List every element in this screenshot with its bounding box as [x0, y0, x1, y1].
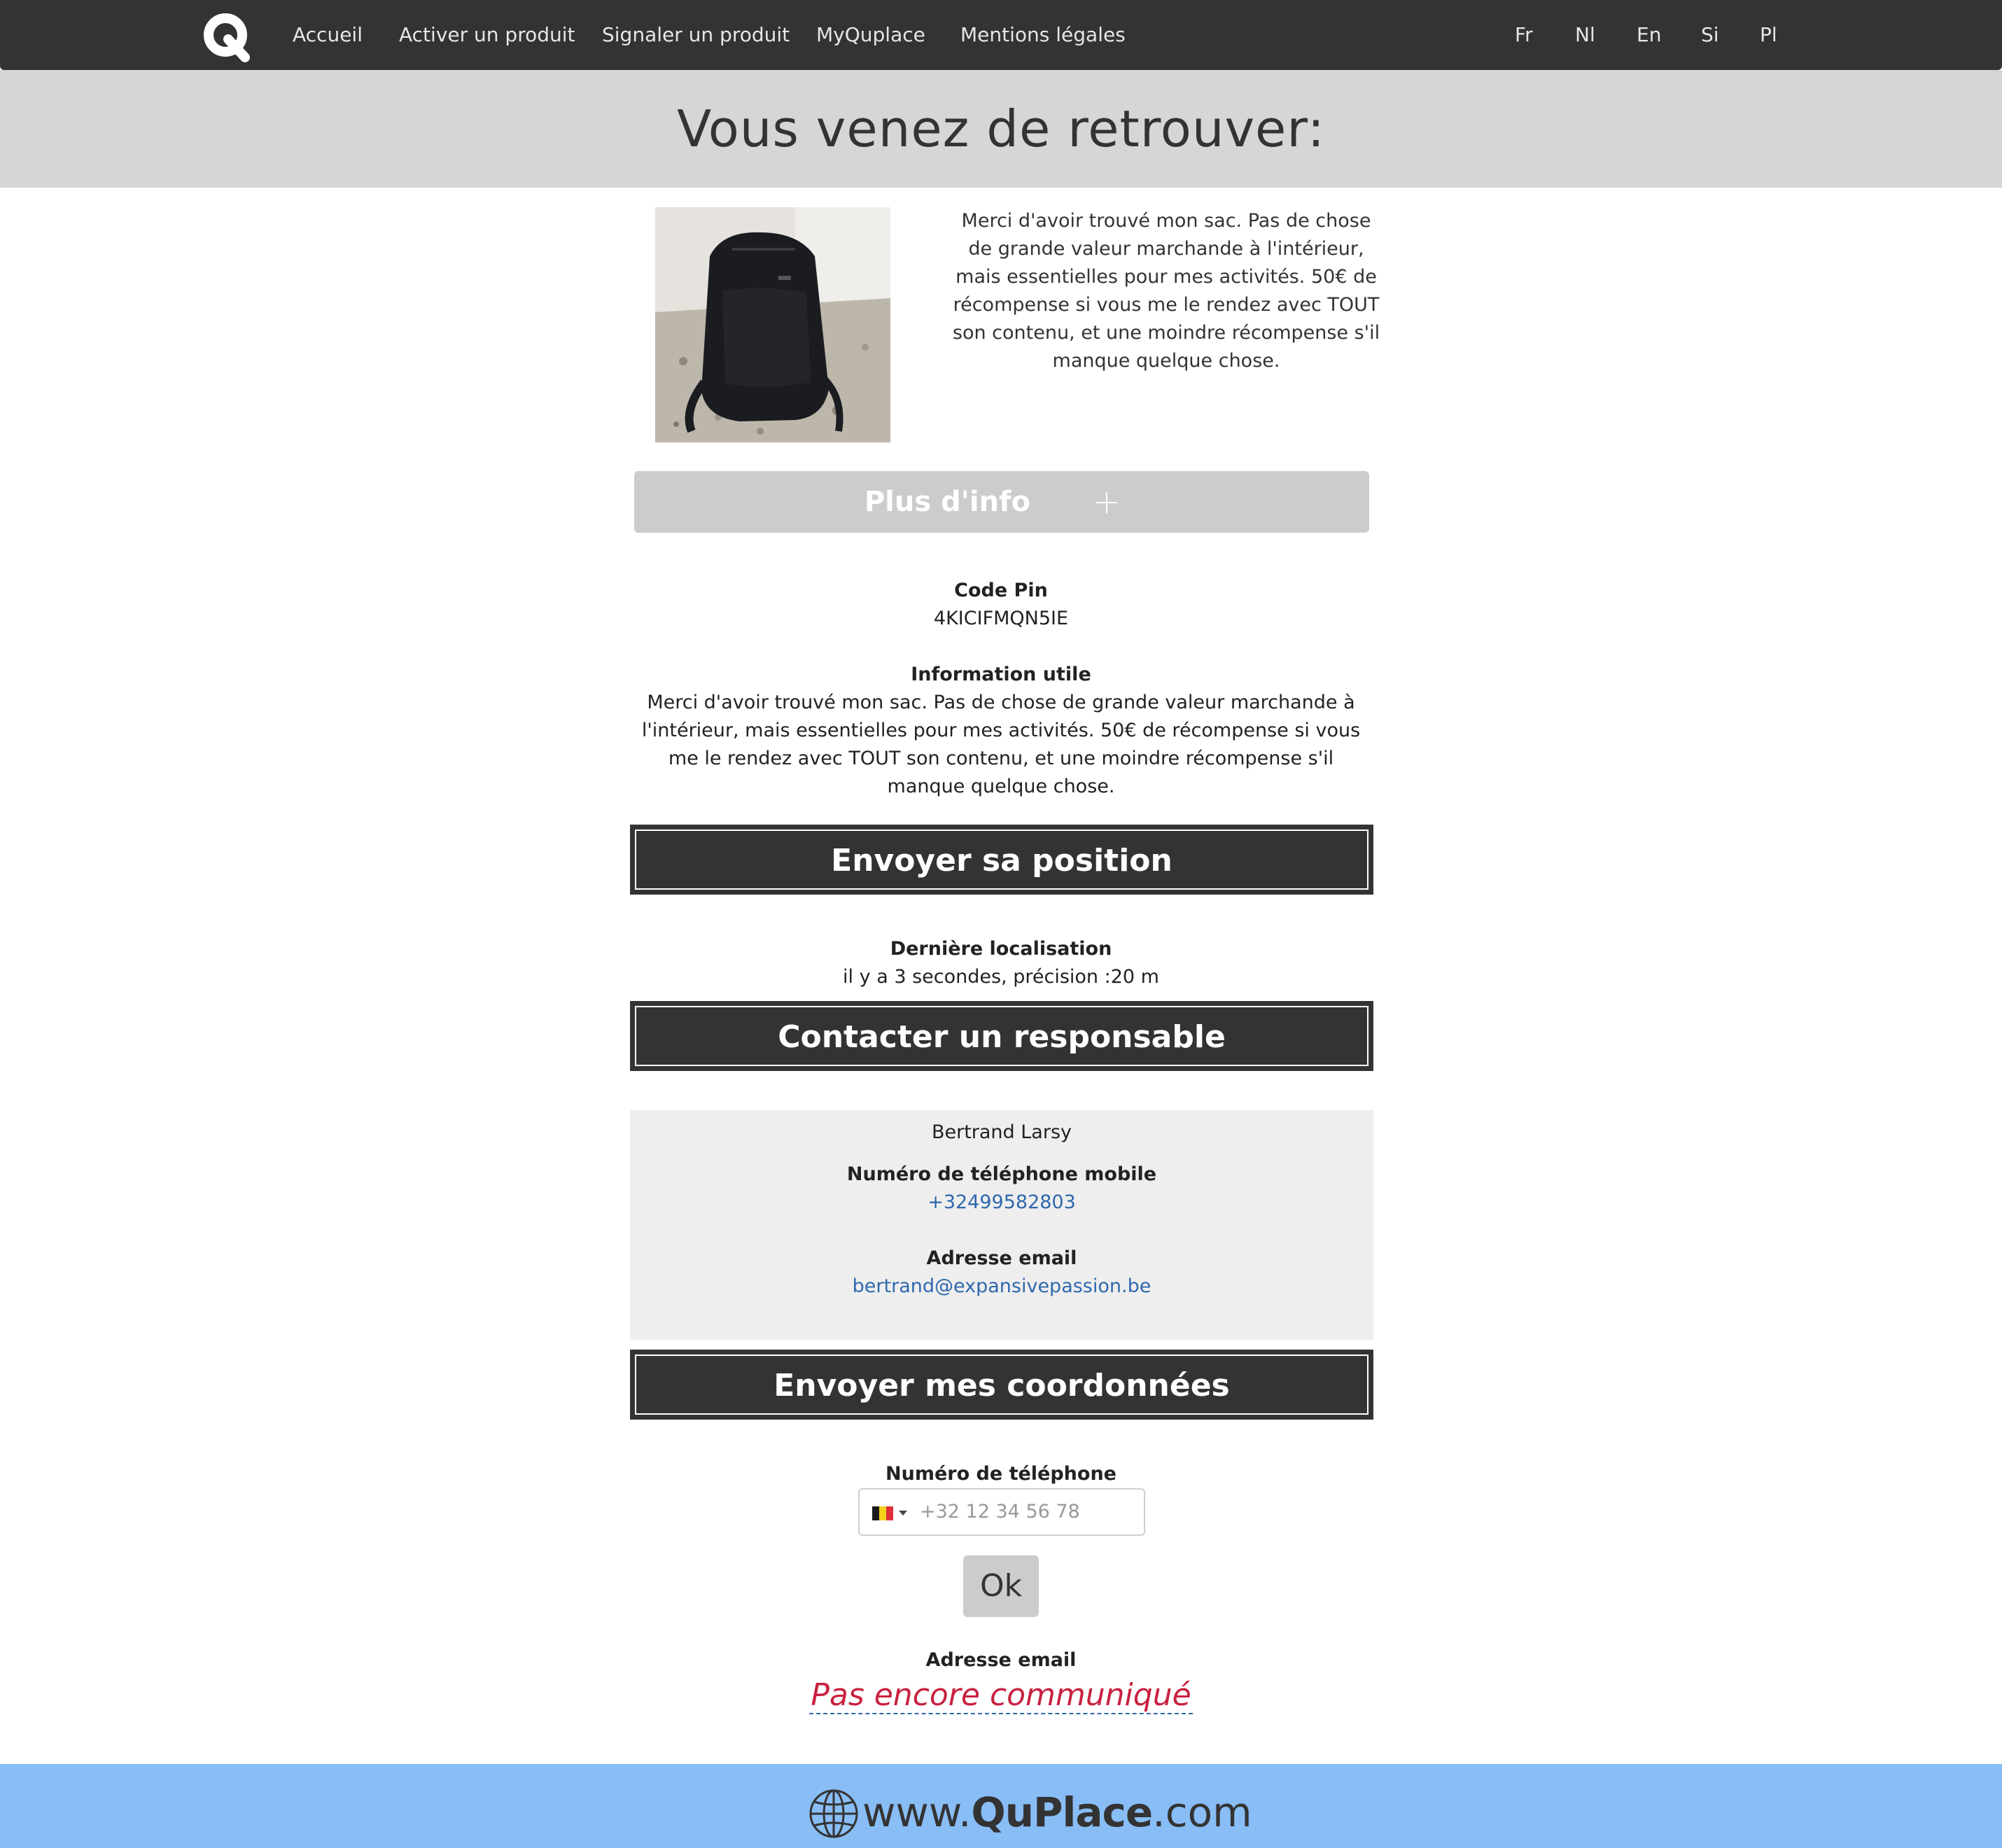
- nav-link-myquplace[interactable]: MyQuplace: [816, 21, 925, 49]
- contact-manager-button[interactable]: Contacter un responsable: [630, 1001, 1373, 1071]
- top-navbar: Accueil Activer un produit Signaler un p…: [0, 0, 2002, 70]
- send-my-details-button[interactable]: Envoyer mes coordonnées: [630, 1350, 1373, 1420]
- contact-card: Bertrand Larsy Numéro de téléphone mobil…: [630, 1110, 1373, 1340]
- send-position-label: Envoyer sa position: [635, 830, 1368, 890]
- title-band: Vous venez de retrouver:: [0, 70, 2002, 188]
- pin-section: Code Pin 4KICIFMQN5IE: [630, 577, 1372, 633]
- nav-link-activate-product[interactable]: Activer un produit: [399, 21, 575, 49]
- product-photo[interactable]: [655, 207, 890, 442]
- product-description: Merci d'avoir trouvé mon sac. Pas de cho…: [952, 210, 1380, 372]
- useful-info-label: Information utile: [911, 664, 1091, 685]
- country-dropdown-caret-icon[interactable]: [899, 1511, 907, 1516]
- contact-email-link[interactable]: bertrand@expansivepassion.be: [630, 1273, 1373, 1301]
- phone-input-placeholder: +32 12 34 56 78: [920, 1501, 1080, 1522]
- contact-manager-label: Contacter un responsable: [635, 1006, 1368, 1066]
- contact-email-label: Adresse email: [926, 1247, 1077, 1269]
- lang-nl[interactable]: Nl: [1575, 21, 1595, 49]
- my-email-label: Adresse email: [925, 1649, 1077, 1671]
- email-status-editable[interactable]: Pas encore communiqué: [809, 1677, 1193, 1714]
- backpack-photo-icon: [655, 207, 890, 442]
- belgium-flag-icon[interactable]: [872, 1506, 893, 1520]
- useful-info-section: Information utile Merci d'avoir trouvé m…: [630, 661, 1372, 801]
- footer: www.QuPlace.com: [0, 1764, 2002, 1848]
- email-status: Pas encore communiqué: [0, 1674, 2002, 1716]
- quplace-logo-icon[interactable]: [202, 11, 253, 63]
- last-location-label: Dernière localisation: [890, 938, 1112, 960]
- my-phone-label: Numéro de téléphone: [886, 1463, 1116, 1485]
- pin-value: 4KICIFMQN5IE: [933, 608, 1069, 629]
- contact-name: Bertrand Larsy: [931, 1121, 1072, 1143]
- lang-fr[interactable]: Fr: [1515, 21, 1533, 49]
- nav-link-legal-notice[interactable]: Mentions légales: [960, 21, 1126, 49]
- send-my-details-label: Envoyer mes coordonnées: [635, 1354, 1368, 1415]
- contact-phone-link[interactable]: +32499582803: [630, 1189, 1373, 1217]
- lang-en[interactable]: En: [1637, 21, 1661, 49]
- pin-label: Code Pin: [954, 580, 1048, 601]
- ok-button[interactable]: Ok: [963, 1555, 1039, 1617]
- footer-url-suffix: .com: [1152, 1788, 1252, 1836]
- page-title: Vous venez de retrouver:: [677, 99, 1325, 158]
- contact-phone-label: Numéro de téléphone mobile: [846, 1163, 1157, 1185]
- footer-brand: QuPlace: [971, 1788, 1153, 1836]
- lang-si[interactable]: Si: [1701, 21, 1719, 49]
- last-location-value: il y a 3 secondes, précision :20 m: [843, 966, 1159, 988]
- my-email-section: Adresse email: [630, 1646, 1372, 1674]
- send-position-button[interactable]: Envoyer sa position: [630, 825, 1373, 895]
- more-info-button[interactable]: Plus d'info: [634, 471, 1369, 533]
- footer-url-prefix: www.: [862, 1788, 972, 1836]
- globe-icon: [809, 1789, 858, 1838]
- nav-link-home[interactable]: Accueil: [293, 21, 363, 49]
- plus-icon: [1089, 485, 1124, 520]
- footer-url[interactable]: www.QuPlace.com: [862, 1781, 1252, 1844]
- last-location-section: Dernière localisation il y a 3 secondes,…: [630, 935, 1372, 991]
- useful-info-text: Merci d'avoir trouvé mon sac. Pas de cho…: [641, 692, 1361, 797]
- nav-link-report-product[interactable]: Signaler un produit: [602, 21, 790, 49]
- phone-input[interactable]: +32 12 34 56 78: [858, 1488, 1145, 1536]
- lang-pl[interactable]: Pl: [1760, 21, 1777, 49]
- my-phone-section: Numéro de téléphone: [630, 1460, 1372, 1488]
- more-info-label: Plus d'info: [864, 486, 1030, 518]
